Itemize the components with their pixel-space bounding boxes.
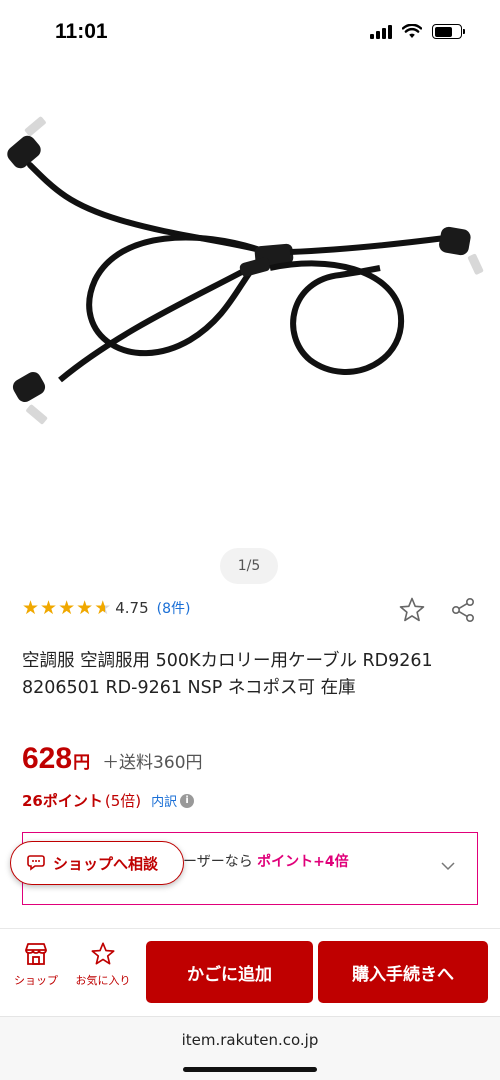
star-icon: ★ — [22, 596, 40, 619]
info-icon[interactable]: i — [180, 793, 195, 808]
favorite-nav-icon — [91, 942, 115, 965]
star-icon: ★ — [58, 596, 76, 619]
share-icon[interactable] — [450, 597, 476, 623]
add-to-cart-button[interactable]: かごに追加 — [146, 941, 313, 1003]
star-icon: ★ — [76, 596, 94, 619]
browser-url-bar[interactable]: item.rakuten.co.jp — [0, 1016, 500, 1080]
signal-icon — [370, 24, 392, 39]
star-icon: ★ — [40, 596, 58, 619]
favorite-star-icon[interactable] — [398, 596, 426, 624]
product-title: 空調服 空調服用 500Kカロリー用ケーブル RD9261 8206501 RD… — [22, 651, 433, 698]
review-count-link[interactable]: (8件) — [157, 598, 191, 618]
status-bar: 11:01 — [0, 0, 500, 68]
price-currency: 円 — [73, 753, 91, 773]
product-image[interactable] — [0, 80, 500, 540]
plug-top-left — [7, 116, 46, 169]
shop-nav-label: ショップ — [14, 974, 58, 987]
points-multiplier: (5倍) — [104, 792, 142, 810]
chevron-down-icon[interactable] — [441, 859, 455, 873]
rating-value: 4.75 — [115, 599, 149, 617]
wifi-icon — [402, 24, 422, 38]
favorite-nav-label: お気に入り — [75, 974, 131, 987]
member-promo-text: ーザーなら ポイント+4倍 — [183, 851, 349, 871]
battery-icon — [432, 24, 465, 39]
favorite-nav-button[interactable]: お気に入り — [73, 941, 133, 988]
chat-bubble-icon — [27, 855, 45, 871]
status-icons — [370, 24, 465, 39]
shop-nav-button[interactable]: ショップ — [6, 941, 66, 988]
shop-consult-label: ショップへ相談 — [53, 854, 159, 873]
member-promo-highlight: ポイント+4倍 — [257, 854, 349, 870]
price-amount: 628 — [22, 742, 73, 775]
shipping-fee: ＋送料360円 — [102, 753, 203, 773]
shop-icon — [25, 943, 47, 965]
star-half-icon: ★ — [94, 596, 112, 619]
bottom-action-bar: ショップ お気に入り かごに追加 購入手続きへ — [0, 928, 500, 1016]
price-row: 628 円 ＋送料360円 — [22, 742, 203, 776]
shop-consult-button[interactable]: ショップへ相談 — [10, 841, 184, 885]
rating-row[interactable]: ★ ★ ★ ★ ★ 4.75 (8件) — [22, 598, 190, 618]
image-pager: 1/5 — [220, 548, 278, 584]
member-promo-prefix: ーザーなら — [183, 854, 258, 870]
checkout-button[interactable]: 購入手続きへ — [318, 941, 488, 1003]
rating-stars: ★ ★ ★ ★ ★ — [22, 596, 112, 619]
url-text[interactable]: item.rakuten.co.jp — [0, 1031, 500, 1049]
status-time: 11:01 — [55, 20, 108, 43]
points-breakdown-link[interactable]: 内訳 — [151, 791, 177, 810]
points-label: 26ポイント — [22, 792, 103, 810]
points-row: 26ポイント (5倍) 内訳 i — [22, 790, 195, 811]
home-indicator[interactable] — [183, 1067, 317, 1072]
